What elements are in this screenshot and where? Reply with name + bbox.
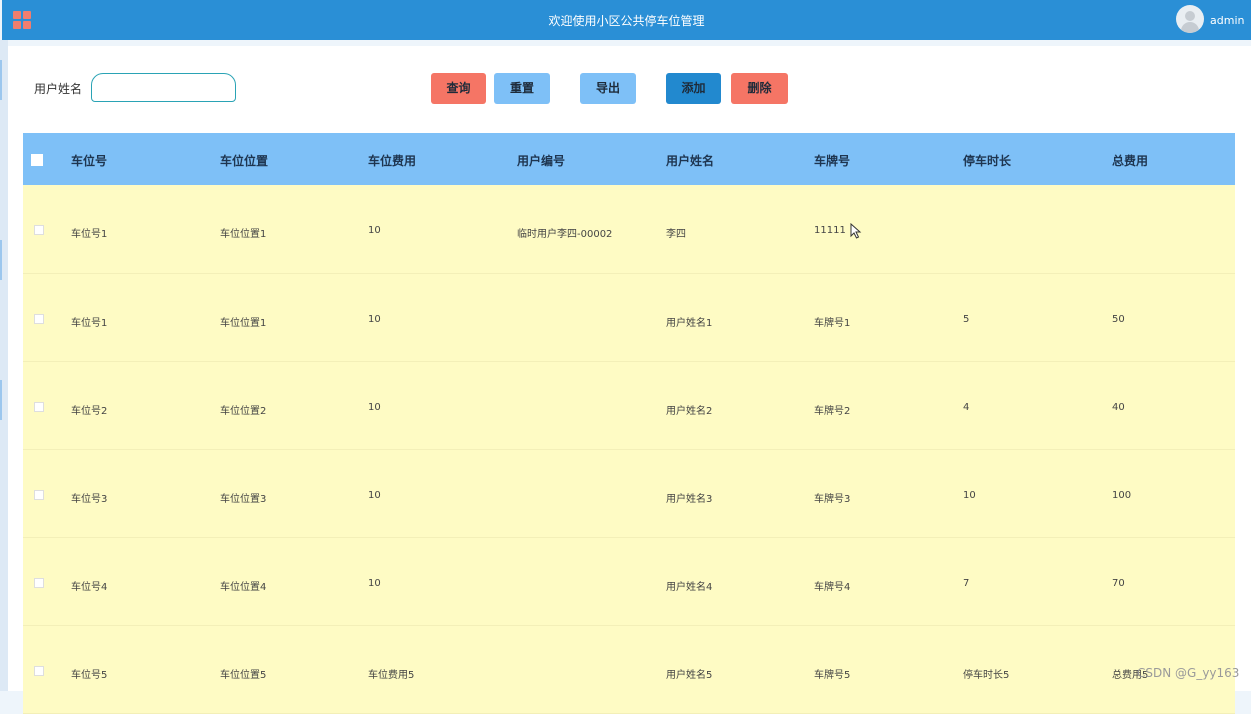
search-input[interactable] — [91, 73, 236, 102]
table-cell: 车位位置1 — [220, 318, 267, 329]
table-cell: 用户姓名4 — [666, 582, 713, 593]
table-cell: 车位位置1 — [220, 229, 267, 240]
table-cell: 车位号2 — [71, 406, 108, 417]
parking-table: 车位号 车位位置 车位费用 用户编号 用户姓名 车牌号 停车时长 总费用 车位号… — [23, 133, 1235, 714]
table-cell: 停车时长5 — [963, 670, 1010, 681]
table-cell: 100 — [1112, 490, 1132, 501]
table-cell: 50 — [1112, 314, 1125, 325]
column-header[interactable]: 车位费用 — [368, 152, 416, 169]
search-label: 用户姓名 — [34, 82, 83, 96]
table-cell: 10 — [963, 490, 976, 501]
table-cell: 用户姓名2 — [666, 406, 713, 417]
table-row[interactable]: 车位号5 车位位置5 车位费用5 用户姓名5 车牌号5 停车时长5 总费用5 — [23, 626, 1235, 714]
table-cell: 40 — [1112, 402, 1125, 413]
column-header[interactable]: 车位号 — [71, 152, 107, 169]
table-cell: 用户姓名3 — [666, 494, 713, 505]
table-cell: 4 — [963, 402, 970, 413]
table-cell: 10 — [368, 225, 381, 236]
top-bar: 欢迎使用小区公共停车位管理 admin — [2, 0, 1251, 40]
table-cell: 车位号4 — [71, 582, 108, 593]
table-cell: 70 — [1112, 578, 1125, 589]
left-sidebar-strip — [0, 40, 8, 691]
table-cell: 5 — [963, 314, 970, 325]
table-header: 车位号 车位位置 车位费用 用户编号 用户姓名 车牌号 停车时长 总费用 — [23, 133, 1235, 185]
row-checkbox[interactable] — [34, 490, 44, 500]
column-header[interactable]: 停车时长 — [963, 152, 1011, 169]
export-button[interactable]: 导出 — [580, 73, 636, 104]
row-checkbox[interactable] — [34, 402, 44, 412]
column-header[interactable]: 总费用 — [1112, 152, 1148, 169]
delete-button[interactable]: 删除 — [731, 73, 788, 104]
table-cell: 10 — [368, 402, 381, 413]
row-checkbox[interactable] — [34, 578, 44, 588]
column-header[interactable]: 车位位置 — [220, 152, 268, 169]
table-body: 车位号1 车位位置1 10 临时用户李四-00002 李四 11111 车位号1… — [23, 185, 1235, 714]
mouse-cursor-icon — [850, 223, 862, 239]
avatar-head — [1185, 11, 1195, 21]
row-checkbox[interactable] — [34, 225, 44, 235]
sidebar-marker — [0, 240, 2, 280]
watermark: CSDN @G_yy163 — [1137, 666, 1240, 680]
table-cell: 用户姓名5 — [666, 670, 713, 681]
query-button[interactable]: 查询 — [431, 73, 486, 104]
table-cell: 车位位置3 — [220, 494, 267, 505]
table-row[interactable]: 车位号3 车位位置3 10 用户姓名3 车牌号3 10 100 — [23, 450, 1235, 538]
table-row[interactable]: 车位号2 车位位置2 10 用户姓名2 车牌号2 4 40 — [23, 362, 1235, 450]
table-cell: 车牌号2 — [814, 406, 851, 417]
table-cell: 车位号5 — [71, 670, 108, 681]
column-header[interactable]: 车牌号 — [814, 152, 850, 169]
table-cell: 车位位置4 — [220, 582, 267, 593]
reset-button[interactable]: 重置 — [494, 73, 550, 104]
select-all-checkbox[interactable] — [31, 154, 43, 166]
column-header[interactable]: 用户姓名 — [666, 152, 714, 169]
avatar-body — [1181, 22, 1199, 33]
table-cell: 车位费用5 — [368, 670, 415, 681]
table-cell: 临时用户李四-00002 — [517, 229, 613, 240]
avatar[interactable] — [1176, 5, 1204, 33]
table-cell: 车牌号4 — [814, 582, 851, 593]
app-title: 欢迎使用小区公共停车位管理 — [548, 14, 705, 28]
table-cell: 车位位置5 — [220, 670, 267, 681]
row-checkbox[interactable] — [34, 666, 44, 676]
table-cell: 李四 — [666, 229, 686, 240]
column-header[interactable]: 用户编号 — [517, 152, 565, 169]
table-cell: 11111 — [814, 225, 846, 236]
table-cell: 7 — [963, 578, 970, 589]
row-checkbox[interactable] — [34, 314, 44, 324]
table-cell: 车牌号3 — [814, 494, 851, 505]
table-cell: 车位位置2 — [220, 406, 267, 417]
sidebar-marker — [0, 380, 2, 420]
table-cell: 10 — [368, 578, 381, 589]
table-cell: 车牌号5 — [814, 670, 851, 681]
add-button[interactable]: 添加 — [666, 73, 721, 104]
table-cell: 车位号1 — [71, 229, 108, 240]
username[interactable]: admin — [1210, 14, 1244, 27]
table-cell: 10 — [368, 490, 381, 501]
table-cell: 车位号1 — [71, 318, 108, 329]
table-cell: 用户姓名1 — [666, 318, 713, 329]
table-cell: 车位号3 — [71, 494, 108, 505]
table-cell: 车牌号1 — [814, 318, 851, 329]
table-row[interactable]: 车位号4 车位位置4 10 用户姓名4 车牌号4 7 70 — [23, 538, 1235, 626]
table-cell: 10 — [368, 314, 381, 325]
sidebar-marker — [0, 60, 2, 100]
table-row[interactable]: 车位号1 车位位置1 10 临时用户李四-00002 李四 11111 — [23, 185, 1235, 274]
table-row[interactable]: 车位号1 车位位置1 10 用户姓名1 车牌号1 5 50 — [23, 274, 1235, 362]
